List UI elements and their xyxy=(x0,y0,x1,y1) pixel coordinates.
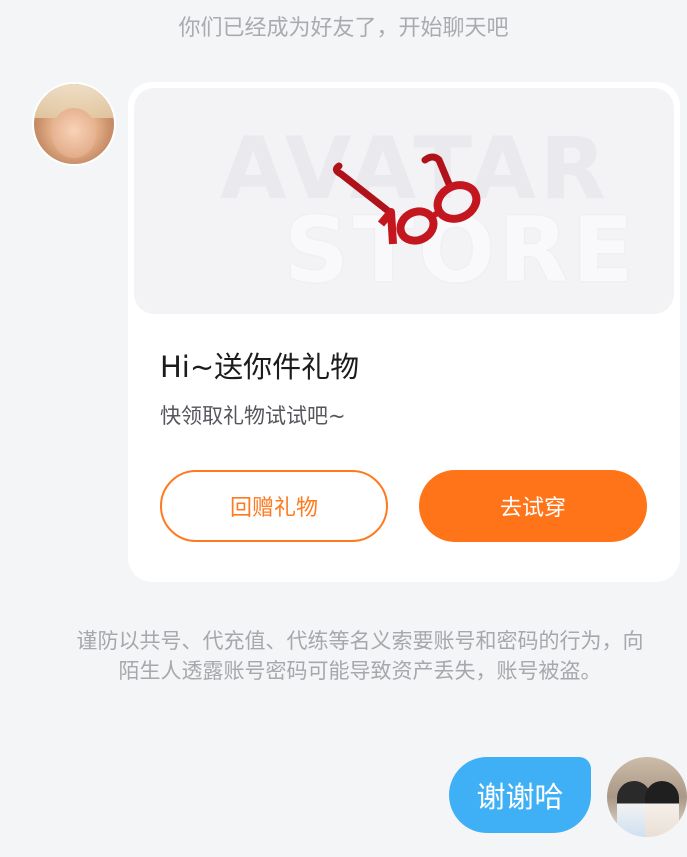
glasses-icon xyxy=(332,153,481,245)
avatar-face xyxy=(51,108,97,158)
self-avatar[interactable] xyxy=(607,757,687,837)
gift-image: AVATAR STORE xyxy=(134,88,674,314)
gift-subtitle: 快领取礼物试试吧~ xyxy=(160,404,346,428)
system-notice: 你们已经成为好友了，开始聊天吧 xyxy=(178,16,509,41)
security-warning: 谨防以共号、代充值、代练等名义索要账号和密码的行为，向陌生人透露账号密码可能导致… xyxy=(76,629,644,683)
chat-screen: 你们已经成为好友了，开始聊天吧 AVATAR STORE Hi~送你件礼物 快领… xyxy=(0,0,687,857)
try-on-button[interactable]: 去试穿 xyxy=(419,470,647,542)
self-message-bubble[interactable]: 谢谢哈 xyxy=(449,757,591,833)
friend-avatar[interactable] xyxy=(32,82,116,166)
gift-card[interactable]: AVATAR STORE Hi~送你件礼物 快领取礼物试试吧~ 回赠礼物 去试穿 xyxy=(128,82,680,582)
avatar-person-right xyxy=(645,781,679,837)
gift-title: Hi~送你件礼物 xyxy=(160,350,360,384)
return-gift-button[interactable]: 回赠礼物 xyxy=(160,470,388,542)
